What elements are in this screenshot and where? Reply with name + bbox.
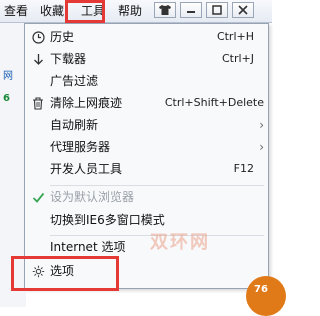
clock-icon [31, 30, 45, 44]
menu-favorites[interactable]: 收藏 [36, 0, 68, 22]
menu-item-label: 历史 [50, 30, 75, 44]
submenu-arrow-icon: › [259, 118, 264, 132]
menubar: 查看 收藏 工具 帮助 [0, 0, 272, 23]
menu-item-shortcut: Ctrl+H [216, 30, 254, 43]
checkmark-icon [31, 190, 45, 204]
submenu-arrow-icon: › [259, 140, 264, 154]
menu-item-shortcut: Ctrl+J [221, 52, 254, 65]
menu-view[interactable]: 查看 [0, 0, 32, 22]
menu-item-shortcut: F12 [233, 162, 254, 175]
menu-item-label: 清除上网痕迹 [50, 96, 123, 110]
download-arrow-icon [31, 52, 45, 66]
menu-item-downloader[interactable]: 下载器 Ctrl+J [25, 48, 268, 70]
menu-help[interactable]: 帮助 [114, 0, 146, 22]
options-highlight-box [11, 256, 119, 291]
menu-item-auto-refresh[interactable]: 自动刷新 › [25, 114, 268, 136]
watermark: 双环网 [150, 232, 210, 253]
tools-highlight-box [65, 0, 105, 23]
speed-badge: 76 [246, 276, 286, 316]
menu-item-label: 开发人员工具 [50, 162, 123, 176]
minimize-icon[interactable] [180, 2, 202, 18]
menu-item-clear-traces[interactable]: 清除上网痕迹 Ctrl+Shift+Delete [25, 92, 268, 114]
menu-item-ie6-mode[interactable]: 切换到IE6多窗口模式 [25, 209, 268, 231]
menu-item-shortcut: Ctrl+Shift+Delete [164, 96, 264, 109]
menu-item-history[interactable]: 历史 Ctrl+H [25, 26, 268, 48]
menu-item-label: 自动刷新 [50, 118, 99, 132]
maximize-icon[interactable] [206, 2, 228, 18]
tools-dropdown-menu: 历史 Ctrl+H 下载器 Ctrl+J 广告过滤 清除上网痕迹 Ctrl+Sh… [24, 23, 269, 289]
menu-item-internet-options[interactable]: Internet 选项 [25, 236, 268, 258]
bg-text-fragment: 网 [3, 71, 13, 82]
menu-item-label: Internet 选项 [50, 240, 126, 254]
menu-item-dev-tools[interactable]: 开发人员工具 F12 [25, 158, 268, 180]
menu-item-proxy-server[interactable]: 代理服务器 › [25, 136, 268, 158]
bg-text-fragment-2: 6 [3, 93, 10, 104]
menu-item-label: 设为默认浏览器 [50, 190, 135, 204]
skin-shirt-icon[interactable] [154, 2, 176, 18]
menu-item-label: 广告过滤 [50, 74, 99, 88]
trash-icon [31, 96, 45, 110]
menu-item-set-default-browser: 设为默认浏览器 [25, 186, 268, 208]
menu-item-ad-filter[interactable]: 广告过滤 [25, 70, 268, 92]
menu-item-label: 代理服务器 [50, 140, 111, 154]
menu-item-label: 切换到IE6多窗口模式 [50, 213, 165, 227]
close-icon[interactable] [232, 2, 254, 18]
menu-item-label: 下载器 [50, 52, 87, 66]
